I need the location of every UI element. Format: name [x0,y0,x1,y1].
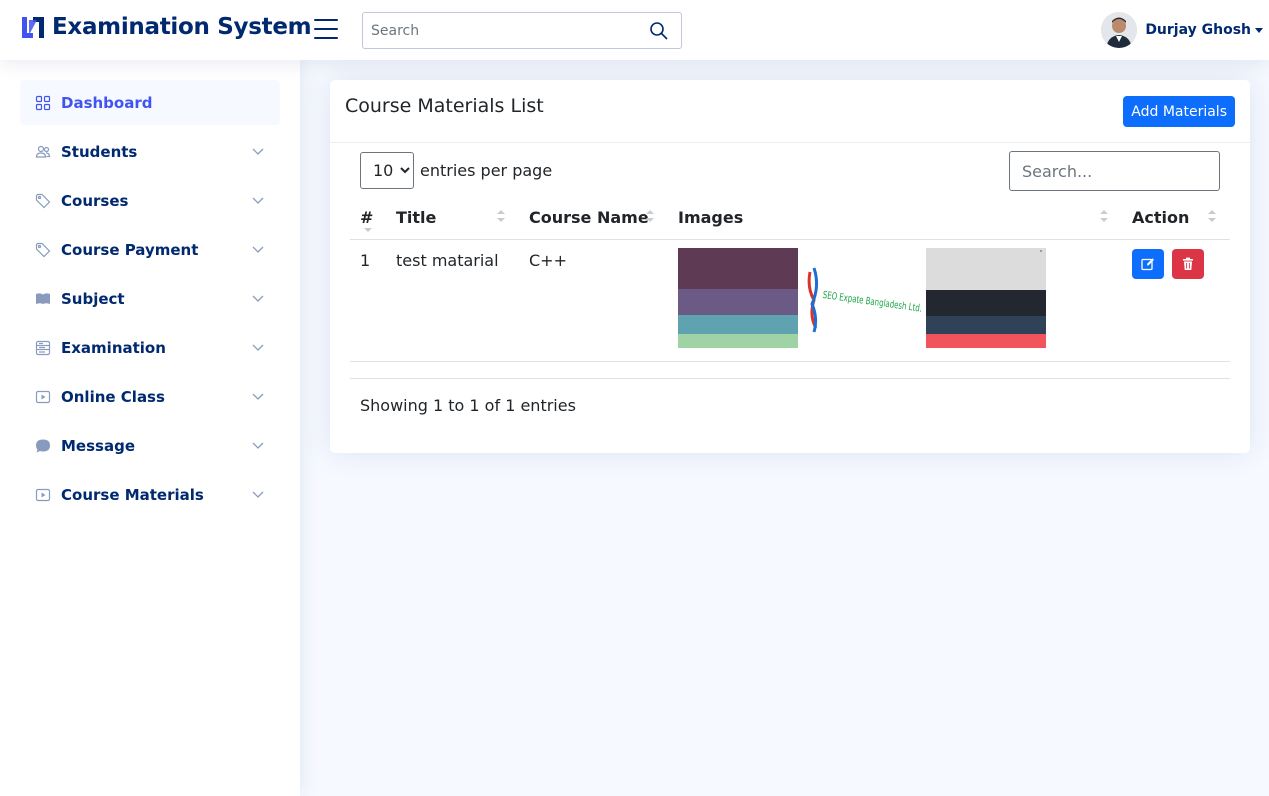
entries-per-page: 10 entries per page [360,152,552,189]
sidebar-item-label: Examination [61,338,166,357]
column-header-title[interactable]: Title [396,208,436,227]
table-header: # Title Course Name Images Action [350,200,1230,240]
delete-button[interactable] [1172,249,1204,279]
sort-icon [1208,210,1216,226]
chevron-down-icon [252,393,264,400]
sidebar-item-label: Dashboard [61,93,153,112]
header-search [362,12,682,49]
chevron-down-icon [252,491,264,498]
sidebar-item-courses[interactable]: Courses [20,178,280,223]
sort-icon [646,210,654,226]
column-header-course-name[interactable]: Course Name [529,208,649,227]
sidebar-item-label: Course Materials [61,485,204,504]
sidebar-item-label: Online Class [61,387,165,406]
sidebar-item-examination[interactable]: Examination [20,325,280,370]
menu-toggle-button[interactable] [314,19,338,39]
app-title: Examination System [52,14,312,40]
list-icon [35,340,51,356]
sort-icon [497,210,505,226]
column-header-action[interactable]: Action [1132,208,1189,227]
table-search-input[interactable] [1009,151,1220,191]
header-search-input[interactable] [363,13,633,48]
chevron-down-icon [252,442,264,449]
app-logo[interactable]: Examination System [20,14,312,40]
entries-per-page-select[interactable]: 10 [360,152,414,189]
sidebar: Dashboard Students Courses Course Paymen… [0,60,300,796]
tag-icon [35,242,51,258]
edit-icon [1141,258,1154,271]
chevron-down-icon [1255,27,1263,33]
card-header: Course Materials List Add Materials [330,80,1250,143]
entries-label: entries per page [420,161,553,180]
material-image-1[interactable] [678,248,798,348]
add-materials-button[interactable]: Add Materials [1123,96,1235,127]
sidebar-item-course-materials[interactable]: Course Materials [20,472,280,517]
sidebar-item-label: Students [61,142,138,161]
play-icon [35,389,51,405]
sidebar-item-message[interactable]: Message [20,423,280,468]
tag-icon [35,193,51,209]
row-title: test matarial [396,251,499,270]
chevron-down-icon [252,246,264,253]
sidebar-item-dashboard[interactable]: Dashboard [20,80,280,125]
avatar [1101,12,1138,48]
course-materials-card: Course Materials List Add Materials 10 e… [330,80,1250,453]
material-image-3[interactable] [926,248,1046,348]
page-title: Course Materials List [345,95,544,117]
sidebar-item-course-payment[interactable]: Course Payment [20,227,280,272]
play-icon [35,487,51,503]
top-header: Examination System Durjay Ghosh [0,0,1269,60]
sidebar-item-subject[interactable]: Subject [20,276,280,321]
sidebar-item-online-class[interactable]: Online Class [20,374,280,419]
sidebar-item-label: Course Payment [61,240,199,259]
grid-icon [35,95,51,111]
sidebar-item-label: Message [61,436,135,455]
sidebar-item-label: Courses [61,191,129,210]
chevron-down-icon [252,295,264,302]
edit-button[interactable] [1132,249,1164,279]
chevron-down-icon [252,197,264,204]
material-image-2[interactable]: SEO Expate Bangladesh Ltd. [806,248,926,348]
sidebar-item-label: Subject [61,289,125,308]
table-footer-divider [350,378,1230,379]
user-name: Durjay Ghosh [1145,22,1251,38]
sort-icon [1100,210,1108,226]
user-profile-dropdown[interactable]: Durjay Ghosh [1101,12,1263,48]
logo-icon [22,17,44,38]
chat-icon [35,438,51,454]
table-row: 1 test matarial C++ SEO Expate Banglades… [350,240,1230,362]
column-header-images[interactable]: Images [678,208,743,227]
table-info: Showing 1 to 1 of 1 entries [360,396,576,415]
sidebar-item-students[interactable]: Students [20,129,280,174]
trash-icon [1183,257,1193,270]
chevron-down-icon [252,344,264,351]
search-icon[interactable] [649,21,669,41]
book-icon [35,291,51,307]
chevron-down-icon [252,148,264,155]
column-header-index[interactable]: # [360,208,373,227]
row-index: 1 [360,251,371,270]
people-icon [35,144,51,160]
row-course-name: C++ [529,251,567,270]
